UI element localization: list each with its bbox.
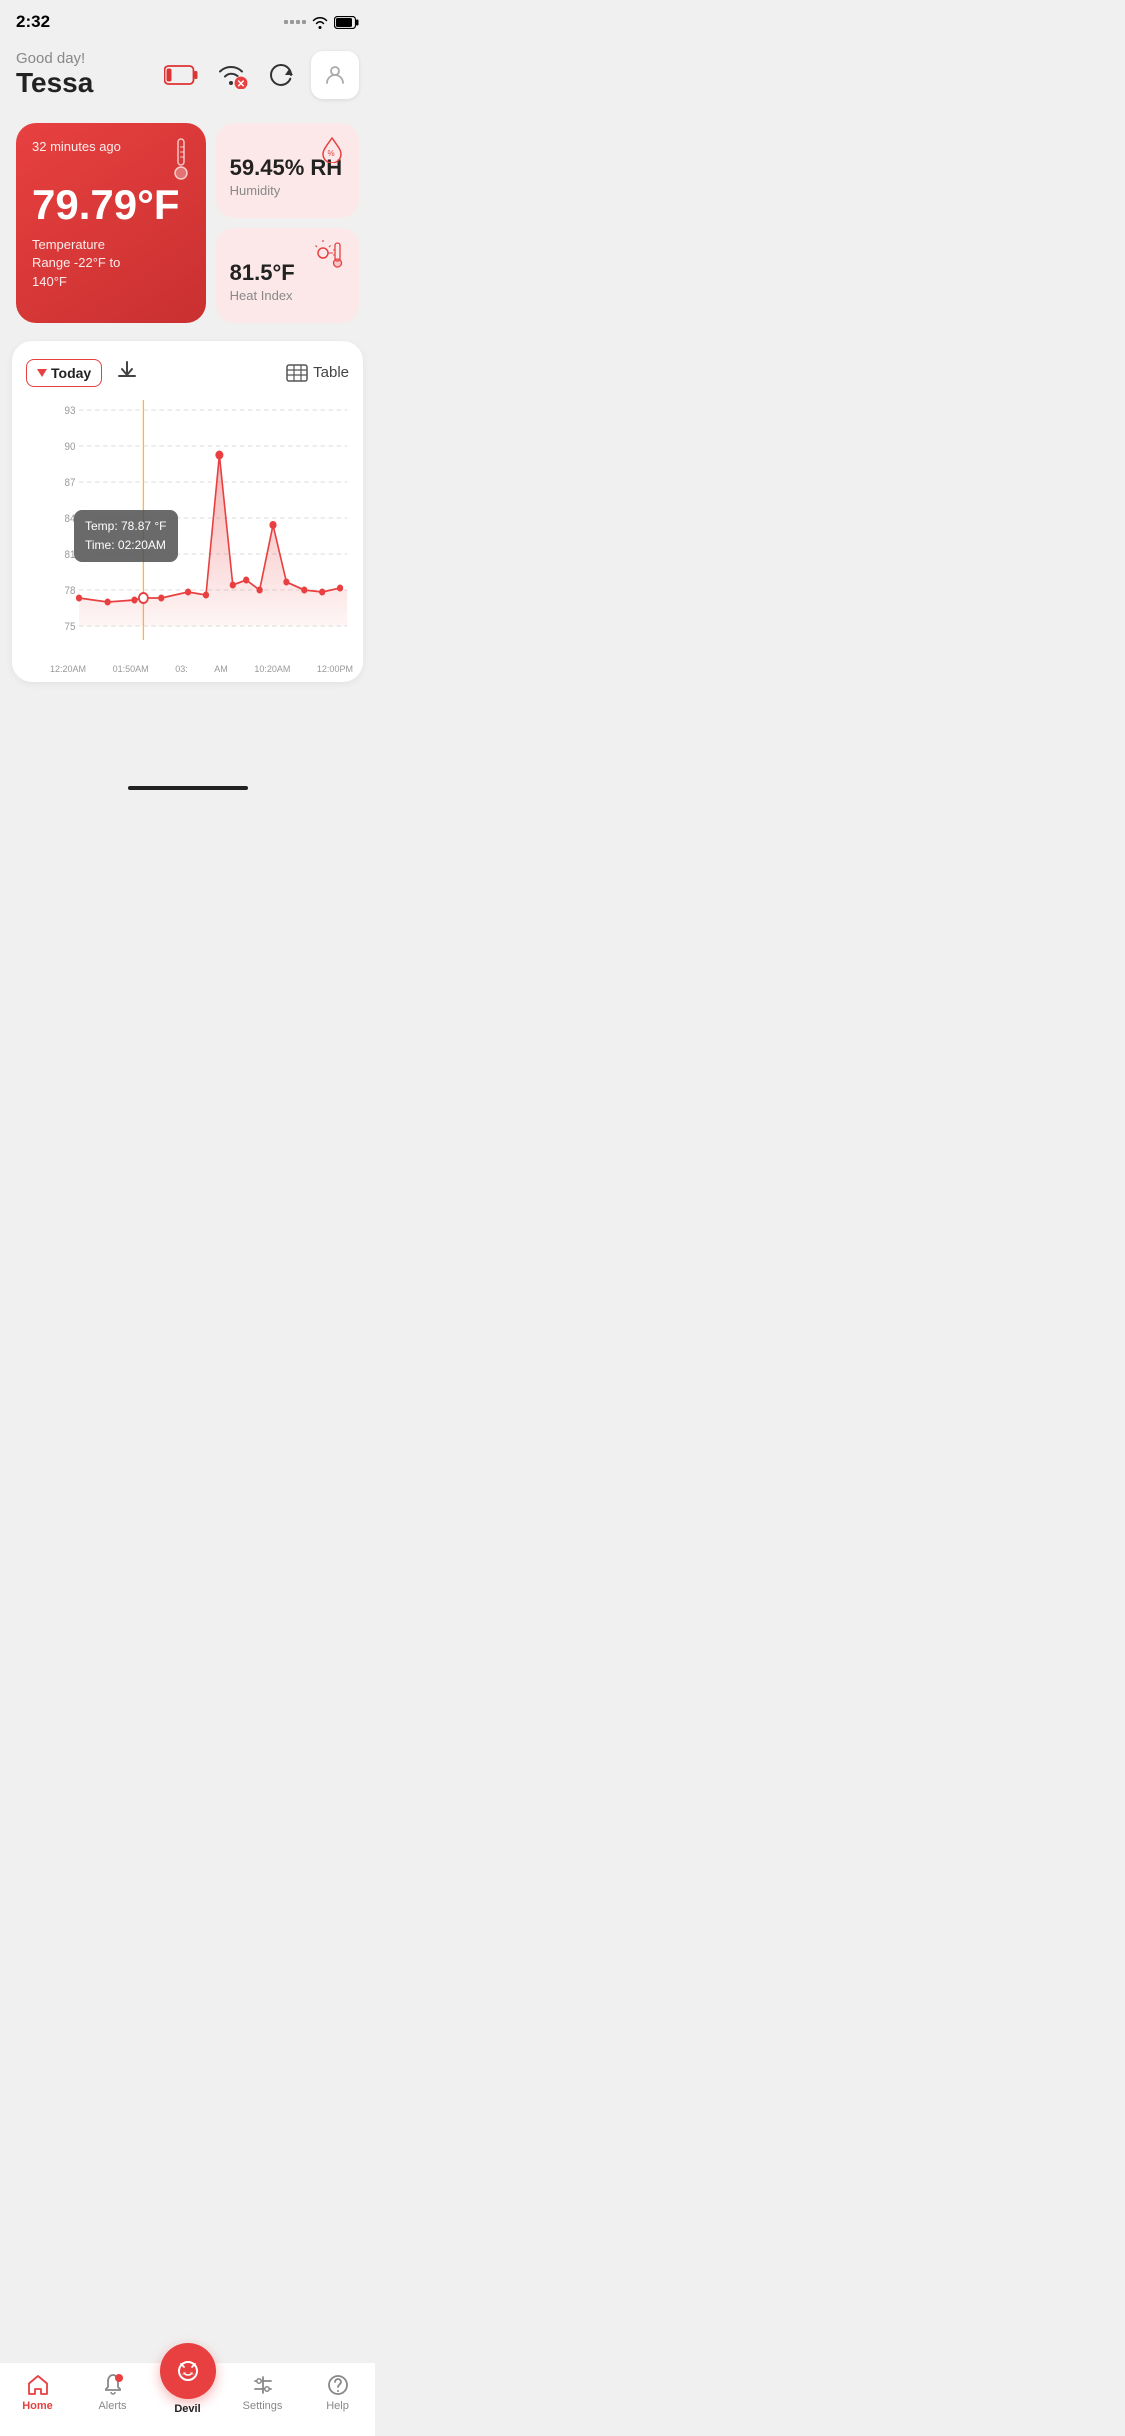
low-battery-button[interactable]	[161, 55, 201, 95]
svg-text:78: 78	[65, 586, 76, 598]
nav-settings[interactable]: Settings	[225, 2369, 300, 2416]
download-button[interactable]	[112, 355, 142, 390]
table-icon	[286, 364, 308, 382]
user-name: Tessa	[16, 67, 93, 99]
header: Good day! Tessa ✕	[0, 38, 375, 107]
bottom-nav: Home Alerts Devil Setting	[0, 2362, 375, 2436]
status-icons	[284, 15, 359, 29]
refresh-icon	[267, 61, 295, 89]
status-bar: 2:32	[0, 0, 375, 38]
chart-toolbar-left: Today	[26, 355, 142, 390]
home-icon	[26, 2373, 50, 2397]
nav-devil-label: Devil	[174, 2403, 200, 2415]
x-label-3: AM	[214, 664, 228, 674]
battery-status-icon	[334, 16, 359, 29]
temperature-label: TemperatureRange -22°F to140°F	[32, 236, 190, 291]
today-button-label: Today	[51, 365, 91, 381]
greeting-block: Good day! Tessa	[16, 50, 93, 99]
x-label-0: 12:20AM	[50, 664, 86, 674]
signal-icon	[284, 20, 306, 24]
nav-help[interactable]: Help	[300, 2369, 375, 2416]
cards-row: 32 minutes ago 79.79°F TemperatureRange …	[0, 107, 375, 331]
low-battery-icon	[164, 65, 198, 85]
nav-home[interactable]: Home	[0, 2369, 75, 2416]
svg-text:87: 87	[65, 478, 76, 490]
thermometer-icon	[170, 137, 192, 186]
devil-center-button[interactable]	[160, 2343, 216, 2399]
x-label-5: 12:00PM	[317, 664, 353, 674]
svg-text:84: 84	[65, 514, 76, 526]
chart-toolbar: Today Table	[22, 355, 353, 400]
svg-text:81: 81	[65, 550, 76, 562]
devil-icon	[174, 2357, 202, 2385]
table-button-label: Table	[313, 364, 349, 381]
heat-index-label: Heat Index	[230, 288, 345, 303]
home-indicator	[128, 786, 248, 790]
temperature-chart: 93 90 87 84 81 78 75	[54, 400, 349, 660]
today-filter-button[interactable]: Today	[26, 359, 102, 387]
status-time: 2:32	[16, 12, 50, 32]
temperature-value: 79.79°F	[32, 182, 190, 228]
nav-alerts[interactable]: Alerts	[75, 2369, 150, 2416]
wifi-error-icon: ✕	[214, 61, 248, 89]
help-icon	[326, 2373, 350, 2397]
heat-index-icon	[313, 238, 347, 273]
humidity-card: % 59.45% RH Humidity	[216, 123, 359, 218]
temperature-card: 32 minutes ago 79.79°F TemperatureRange …	[16, 123, 206, 323]
nav-help-label: Help	[326, 2400, 349, 2412]
svg-text:%: %	[327, 149, 334, 158]
nav-home-label: Home	[22, 2400, 53, 2412]
wifi-icon	[311, 15, 329, 29]
svg-text:93: 93	[65, 406, 76, 418]
humidity-label: Humidity	[230, 183, 345, 198]
chart-area[interactable]: 93 90 87 84 81 78 75	[22, 400, 353, 660]
temp-time-ago: 32 minutes ago	[32, 139, 190, 154]
x-axis: 12:20AM 01:50AM 03: AM 10:20AM 12:00PM	[22, 660, 353, 682]
profile-icon	[323, 63, 347, 87]
download-icon	[116, 359, 138, 381]
nav-settings-label: Settings	[243, 2400, 283, 2412]
x-label-1: 01:50AM	[113, 664, 149, 674]
refresh-button[interactable]	[261, 55, 301, 95]
chart-card: Today Table	[12, 341, 363, 682]
alerts-icon	[101, 2373, 125, 2397]
wifi-error-button[interactable]: ✕	[211, 55, 251, 95]
heat-index-card: 81.5°F Heat Index	[216, 228, 359, 323]
svg-text:75: 75	[65, 622, 76, 634]
svg-text:✕: ✕	[237, 79, 245, 89]
chevron-down-icon	[37, 369, 47, 377]
nav-alerts-label: Alerts	[98, 2400, 126, 2412]
right-cards: % 59.45% RH Humidity	[216, 123, 359, 323]
greeting-text: Good day!	[16, 50, 93, 67]
x-label-4: 10:20AM	[254, 664, 290, 674]
x-label-2: 03:	[175, 664, 188, 674]
nav-devil[interactable]: Devil	[150, 2343, 225, 2415]
header-icons: ✕	[161, 51, 359, 99]
settings-icon	[251, 2373, 275, 2397]
profile-button[interactable]	[311, 51, 359, 99]
table-button[interactable]: Table	[286, 364, 349, 382]
svg-text:90: 90	[65, 442, 76, 454]
humidity-icon: %	[317, 133, 347, 168]
